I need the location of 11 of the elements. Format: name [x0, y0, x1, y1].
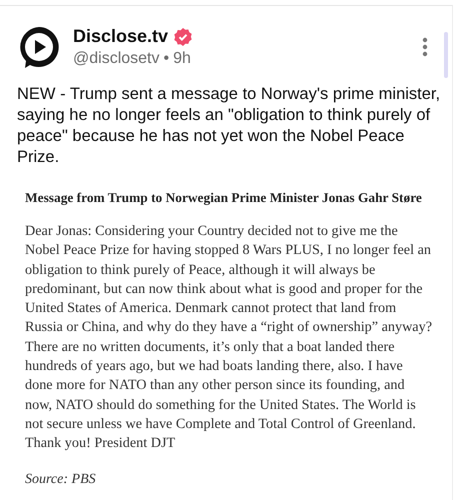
- author-name[interactable]: Disclose.tv: [73, 26, 168, 47]
- more-options-icon[interactable]: [422, 37, 428, 57]
- user-handle[interactable]: @disclosetv: [73, 50, 160, 68]
- post-text: NEW - Trump sent a message to Norway's prime minister, saying he no longer feels an "obligation to think purely of peace" because he has not yet won the Nobel Peace Prize.: [17, 84, 442, 168]
- letter-body: Dear Jonas: Considering your Country decided not to give me the Nobel Peace Prize for having stopped 8 Wars PLUS, I no longer feel an obligation to think purely of Peace, although it will always be predominant, but can now think about what is good and proper for the United States of America. Denmark cannot protect that land from Russia or China, and why do they have a “right of ownership” anyway? There are no written documents, it’s only that a boat landed there hundreds of years ago, but we had boats landing there, also. I have done more for NATO than any other person since its founding, and now, NATO should do something for the United States. The World is not secure unless we have Complete and Total Control of Greenland. Thank you! President DJT: [25, 222, 432, 454]
- source-note: Source: PBS: [25, 472, 97, 488]
- letter-heading: Message from Trump to Norwegian Prime Minister Jonas Gahr Støre: [25, 190, 423, 206]
- separator-dot: •: [164, 50, 170, 68]
- scrollbar-thumb[interactable]: [444, 32, 448, 78]
- avatar-logo-icon[interactable]: [17, 25, 61, 69]
- post-time: 9h: [173, 50, 191, 68]
